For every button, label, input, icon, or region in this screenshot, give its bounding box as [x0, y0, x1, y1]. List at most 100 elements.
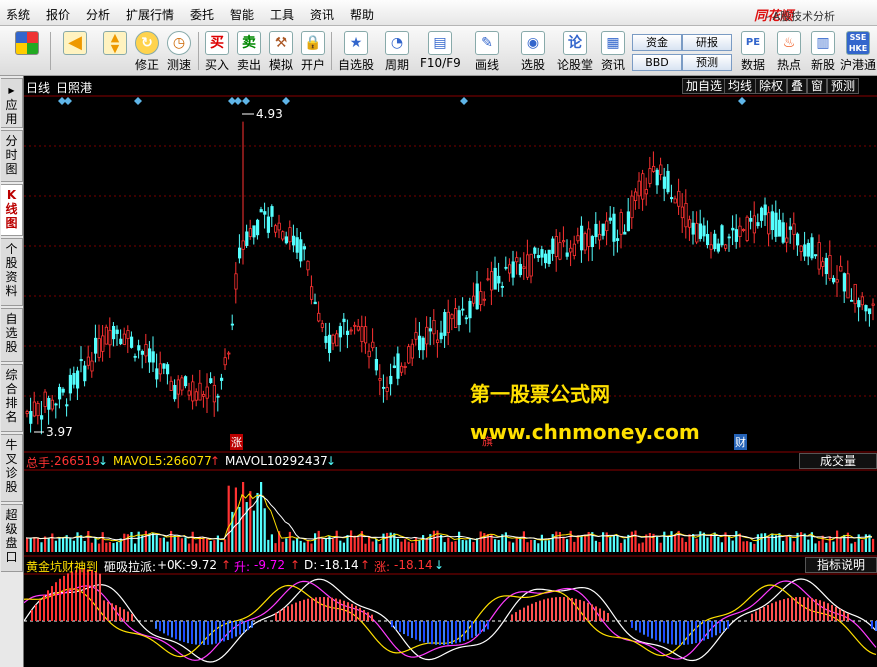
period-icon: ◔	[385, 31, 409, 55]
volume-bar	[641, 542, 644, 552]
total-volume-label: 总手:	[26, 456, 55, 470]
sidebar-tab-watchlist[interactable]: 自选股	[1, 308, 23, 362]
volume-bar	[512, 542, 515, 552]
menu-order[interactable]: 委托	[190, 6, 214, 23]
candle-body	[104, 326, 108, 345]
windows-button[interactable]	[10, 29, 44, 73]
bbd-button[interactable]: BBD	[632, 54, 682, 71]
news-button[interactable]: ▦ 资讯	[596, 29, 630, 73]
volume-bar	[238, 506, 241, 552]
ex-rights-button[interactable]: 除权	[755, 78, 788, 94]
add-watchlist-button[interactable]: 加自选	[682, 78, 727, 94]
volume-bar	[710, 534, 713, 552]
kline-chart-area[interactable]: 日线 日照港 加自选 均线 除权 叠 窗 预测 4.93 3.97 涨 财 旗 …	[24, 76, 877, 667]
candle-body	[493, 267, 497, 290]
menu-smart[interactable]: 智能	[230, 6, 254, 23]
candle-body	[832, 277, 836, 283]
candle-body	[317, 312, 321, 322]
sidebar-tab-kline[interactable]: K线图	[1, 184, 23, 236]
menu-tools[interactable]: 工具	[270, 6, 294, 23]
indicator-name[interactable]: 黄金坑财神到	[26, 558, 98, 575]
volume-bar	[731, 540, 734, 552]
back-button[interactable]: ◀	[58, 29, 92, 73]
limit-up-marker[interactable]: 涨	[230, 434, 243, 450]
event-marker-icon	[242, 97, 250, 105]
menu-system[interactable]: 系统	[6, 6, 30, 23]
candle-body	[806, 242, 811, 257]
new-stock-button[interactable]: ▥ 新股	[806, 29, 840, 73]
select-stock-button[interactable]: ◉ 选股	[516, 29, 550, 73]
window-button[interactable]: 窗	[807, 78, 828, 94]
menu-ext-market[interactable]: 扩展行情	[126, 6, 174, 23]
candle-body	[112, 325, 116, 340]
revise-button[interactable]: ↻ 修正	[130, 29, 164, 73]
candle-body	[752, 215, 757, 234]
volume-bar	[555, 531, 558, 552]
volume-bar	[58, 538, 61, 552]
f10-button[interactable]: ▤ F10/F9	[420, 29, 461, 73]
forecast-chart-button[interactable]: 预测	[827, 78, 860, 94]
candle-body	[432, 320, 436, 335]
candle-body	[54, 403, 58, 406]
kline-canvas[interactable]	[24, 76, 877, 667]
menu-info[interactable]: 资讯	[310, 6, 334, 23]
period-button[interactable]: ◔ 周期	[380, 29, 414, 73]
data-button[interactable]: PE 数据	[736, 29, 770, 73]
volume-bar	[386, 532, 389, 552]
candle-body	[846, 273, 850, 299]
forecast-button[interactable]: 预测	[682, 54, 732, 71]
buy-button[interactable]: 买 买入	[200, 29, 234, 73]
volume-bar	[98, 543, 101, 552]
volume-bar	[170, 530, 173, 552]
hk-connect-button[interactable]: SSE HKE 沪港通	[840, 29, 876, 73]
ma-button[interactable]: 均线	[724, 78, 757, 94]
volume-indicator-button[interactable]: 成交量	[799, 453, 877, 469]
menu-quote[interactable]: 报价	[46, 6, 70, 23]
draw-line-button[interactable]: ✎ 画线	[470, 29, 504, 73]
data-label: 数据	[740, 58, 765, 72]
finance-marker[interactable]: 财	[734, 434, 747, 450]
sidebar-tab-stock-info[interactable]: 个股资料	[1, 238, 23, 306]
volume-bar	[270, 534, 273, 552]
candle-body	[187, 390, 191, 396]
candle-body	[345, 330, 350, 335]
indicator-help-button[interactable]: 指标说明	[805, 557, 877, 573]
up-down-button[interactable]: ▲ ▼	[98, 29, 132, 73]
research-button[interactable]: 研报	[682, 34, 732, 51]
forum-button[interactable]: 论 论股堂	[556, 29, 594, 73]
candle-body	[770, 211, 775, 231]
volume-bar	[400, 541, 403, 552]
volume-bar	[450, 541, 453, 552]
simulate-button[interactable]: ⚒ 模拟	[264, 29, 298, 73]
sell-button[interactable]: 卖 卖出	[232, 29, 266, 73]
candle-body	[489, 271, 494, 291]
volume-bar	[72, 540, 75, 552]
candle-body	[410, 343, 415, 359]
sidebar-tab-intraday[interactable]: 分时图	[1, 130, 23, 182]
sidebar-tab-ranking[interactable]: 综合排名	[1, 364, 23, 432]
candle-body	[583, 233, 587, 251]
volume-bar	[368, 536, 371, 552]
candle-body	[774, 212, 778, 237]
volume-bar	[764, 533, 767, 552]
menu-help[interactable]: 帮助	[350, 6, 374, 23]
sidebar-tab-apps[interactable]: ▶ 应用	[1, 78, 23, 128]
candle-body	[630, 195, 634, 219]
candle-body	[544, 253, 548, 264]
watchlist-button[interactable]: ★ 自选股	[336, 29, 376, 73]
volume-bar	[206, 538, 209, 552]
volume-bar	[594, 540, 597, 552]
menu-analysis[interactable]: 分析	[86, 6, 110, 23]
volume-bar	[753, 543, 756, 552]
sidebar-tab-super-panel[interactable]: 超级盘口	[1, 504, 23, 572]
fund-button[interactable]: 资金	[632, 34, 682, 51]
speed-test-button[interactable]: ◷ 测速	[162, 29, 196, 73]
hot-button[interactable]: ♨ 热点	[772, 29, 806, 73]
sidebar-tab-diagnosis[interactable]: 牛叉诊股	[1, 434, 23, 502]
candle-body	[356, 325, 361, 331]
overlay-button[interactable]: 叠	[787, 78, 808, 94]
open-account-button[interactable]: 🔒 开户	[296, 29, 330, 73]
period-label[interactable]: 日线	[26, 79, 50, 96]
candle-body	[853, 283, 857, 305]
candle-body	[29, 411, 33, 424]
